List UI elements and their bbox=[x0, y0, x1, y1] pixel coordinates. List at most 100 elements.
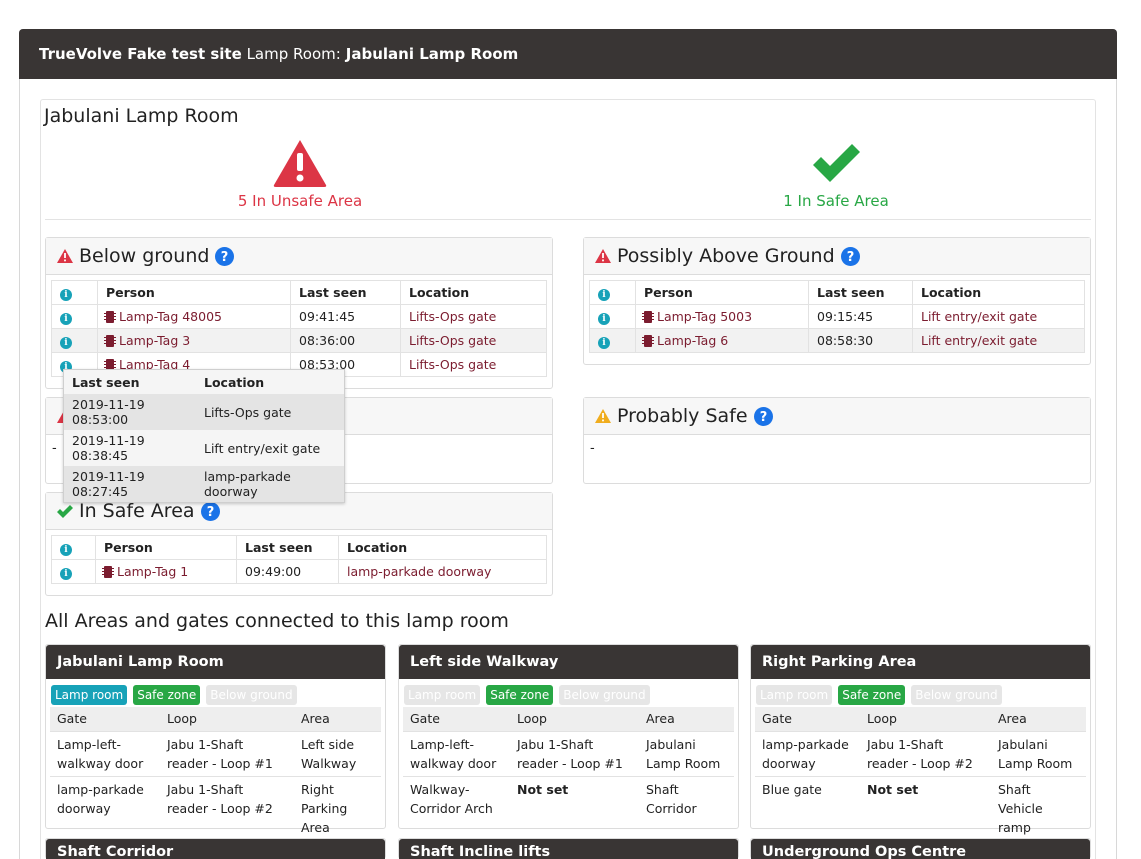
loop-name: Jabu 1-Shaft reader - Loop #1 bbox=[160, 730, 294, 776]
area-name: Right Parking Area bbox=[294, 775, 381, 840]
history-time: 2019-11-19 08:53:00 bbox=[64, 394, 196, 430]
area-header: Area bbox=[294, 707, 381, 731]
in-safe-area-title: In Safe Area bbox=[79, 500, 195, 522]
gate-name: lamp-parkade doorway bbox=[755, 730, 860, 776]
below-ground-badge: Below ground bbox=[206, 684, 297, 705]
gate-header: Gate bbox=[755, 707, 860, 731]
area-card: Underground Ops Centre bbox=[750, 838, 1091, 859]
location-link[interactable]: Lifts-Ops gate bbox=[400, 304, 547, 329]
possibly-above-ground-header: Possibly Above Ground ? bbox=[584, 238, 1090, 275]
area-name: Jabulani Lamp Room bbox=[639, 730, 734, 776]
divider bbox=[45, 219, 1091, 220]
table-row: i Lamp-Tag 5003 09:15:45 Lift entry/exit… bbox=[589, 304, 1085, 329]
loop-name: Not set bbox=[510, 775, 639, 821]
area-card-title: Shaft Incline lifts bbox=[399, 839, 738, 859]
history-tooltip: Last seen Location 2019-11-19 08:53:00 L… bbox=[63, 369, 345, 503]
safe-zone-badge: Safe zone bbox=[486, 684, 554, 705]
person-link[interactable]: Lamp-Tag 5003 bbox=[657, 309, 752, 324]
person-link[interactable]: Lamp-Tag 1 bbox=[117, 564, 188, 579]
help-icon[interactable]: ? bbox=[200, 501, 220, 521]
area-card-title: Shaft Corridor bbox=[46, 839, 385, 859]
site-name: TrueVolve Fake test site bbox=[39, 45, 242, 63]
gate-name: Blue gate bbox=[755, 775, 860, 840]
possibly-above-ground-table: i Person Last seen Location i Lamp-Tag 5… bbox=[589, 280, 1085, 353]
area-card: Jabulani Lamp Room Lamp room Safe zone B… bbox=[45, 644, 386, 840]
warning-icon bbox=[594, 248, 612, 264]
location-header: Location bbox=[204, 374, 265, 390]
loop-name: Jabu 1-Shaft reader - Loop #2 bbox=[160, 775, 294, 840]
info-icon[interactable]: i bbox=[598, 336, 610, 349]
area-card: Shaft Incline lifts bbox=[398, 838, 739, 859]
svg-text:?: ? bbox=[759, 410, 767, 425]
person-header: Person bbox=[97, 280, 291, 305]
history-location: Lifts-Ops gate bbox=[196, 394, 344, 430]
below-ground-title: Below ground bbox=[79, 245, 210, 267]
checkmark-icon bbox=[813, 144, 860, 182]
gate-row: Blue gate Not set Shaft Vehicle ramp bbox=[755, 775, 1086, 840]
last-seen-cell: 09:49:00 bbox=[236, 559, 339, 584]
info-header: i bbox=[51, 535, 96, 560]
loop-name: Jabu 1-Shaft reader - Loop #2 bbox=[860, 730, 991, 776]
help-icon[interactable]: ? bbox=[215, 246, 235, 266]
person-link[interactable]: Lamp-Tag 3 bbox=[119, 333, 190, 348]
person-link[interactable]: Lamp-Tag 6 bbox=[657, 333, 728, 348]
loop-name: Jabu 1-Shaft reader - Loop #1 bbox=[510, 730, 639, 776]
gate-name: Lamp-left-walkway door bbox=[50, 730, 160, 776]
warning-triangle-icon bbox=[273, 140, 327, 187]
safe-count: 1 In Safe Area bbox=[783, 192, 889, 210]
area-card: Left side Walkway Lamp room Safe zone Be… bbox=[398, 644, 739, 829]
person-header: Person bbox=[95, 535, 237, 560]
area-name: Shaft Vehicle ramp bbox=[991, 775, 1086, 840]
areas-section-title: All Areas and gates connected to this la… bbox=[45, 610, 509, 632]
lamp-room-badge: Lamp room bbox=[756, 684, 833, 705]
tag-chip-icon bbox=[642, 335, 654, 347]
probably-safe-title: Probably Safe bbox=[617, 405, 748, 427]
tag-chip-icon bbox=[102, 566, 114, 578]
info-icon[interactable]: i bbox=[60, 312, 72, 325]
unsafe-status: 5 In Unsafe Area bbox=[210, 138, 390, 210]
safe-status: 1 In Safe Area bbox=[746, 138, 926, 210]
info-icon[interactable]: i bbox=[598, 312, 610, 325]
gate-row: Lamp-left-walkway door Jabu 1-Shaft read… bbox=[403, 730, 734, 776]
loop-name: Not set bbox=[860, 775, 991, 840]
last-seen-header: Last seen bbox=[72, 374, 140, 390]
tag-chip-icon bbox=[642, 311, 654, 323]
gate-row: Walkway-Corridor Arch Not set Shaft Corr… bbox=[403, 775, 734, 821]
location-link[interactable]: lamp-parkade doorway bbox=[338, 559, 547, 584]
last-seen-cell: 08:58:30 bbox=[808, 328, 913, 353]
location-link[interactable]: Lifts-Ops gate bbox=[400, 352, 547, 377]
last-seen-cell: 09:41:45 bbox=[290, 304, 401, 329]
person-link[interactable]: Lamp-Tag 48005 bbox=[119, 309, 222, 324]
checkmark-icon bbox=[56, 503, 74, 519]
warning-icon bbox=[56, 248, 74, 264]
last-seen-header: Last seen bbox=[236, 535, 339, 560]
last-seen-cell: 08:36:00 bbox=[290, 328, 401, 353]
area-header: Area bbox=[991, 707, 1086, 731]
info-icon[interactable]: i bbox=[60, 336, 72, 349]
info-icon: i bbox=[60, 288, 72, 301]
location-link[interactable]: Lift entry/exit gate bbox=[912, 304, 1085, 329]
location-link[interactable]: Lift entry/exit gate bbox=[912, 328, 1085, 353]
info-icon: i bbox=[598, 288, 610, 301]
history-time: 2019-11-19 08:27:45 bbox=[64, 466, 196, 502]
possibly-above-ground-title: Possibly Above Ground bbox=[617, 245, 835, 267]
probably-safe-header: Probably Safe ? bbox=[584, 398, 1090, 435]
history-location: lamp-parkade doorway bbox=[196, 466, 344, 502]
probably-safe-panel: Probably Safe ? - bbox=[583, 397, 1091, 484]
area-card-title: Jabulani Lamp Room bbox=[46, 645, 385, 679]
loop-header: Loop bbox=[860, 707, 991, 731]
loop-header: Loop bbox=[510, 707, 639, 731]
lamp-room-badge: Lamp room bbox=[404, 684, 481, 705]
help-icon[interactable]: ? bbox=[840, 246, 860, 266]
below-ground-badge: Below ground bbox=[559, 684, 650, 705]
gate-name: Lamp-left-walkway door bbox=[403, 730, 510, 776]
info-icon[interactable]: i bbox=[60, 567, 72, 580]
location-link[interactable]: Lifts-Ops gate bbox=[400, 328, 547, 353]
gate-header: Gate bbox=[50, 707, 160, 731]
safe-zone-badge: Safe zone bbox=[133, 684, 201, 705]
history-row: 2019-11-19 08:27:45 lamp-parkade doorway bbox=[64, 466, 344, 502]
gate-row: Lamp-left-walkway door Jabu 1-Shaft read… bbox=[50, 730, 381, 776]
unsafe-count: 5 In Unsafe Area bbox=[237, 192, 363, 210]
last-seen-header: Last seen bbox=[290, 280, 401, 305]
help-icon[interactable]: ? bbox=[753, 406, 773, 426]
